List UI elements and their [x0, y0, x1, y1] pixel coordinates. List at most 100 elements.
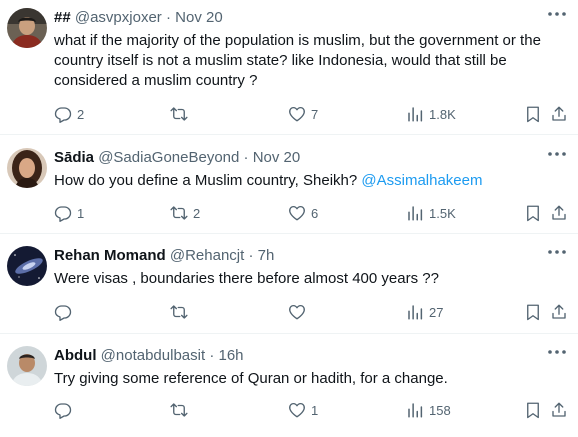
retweet-icon: [170, 401, 188, 419]
views-icon: [406, 105, 424, 123]
display-name[interactable]: Rehan Momand: [54, 247, 166, 264]
more-icon: [546, 244, 568, 260]
timestamp[interactable]: Nov 20: [175, 9, 223, 26]
avatar[interactable]: [7, 148, 47, 188]
retweet-button[interactable]: [170, 104, 193, 124]
like-button[interactable]: 1: [288, 400, 318, 420]
views-button[interactable]: 1.8K: [406, 104, 456, 124]
views-button[interactable]: 27: [406, 302, 443, 322]
tweet-text: Were visas , boundaries there before alm…: [54, 270, 439, 287]
view-count: 27: [429, 304, 444, 320]
user-handle[interactable]: @asvpxjoxer: [75, 9, 162, 26]
tweet-header: ## @asvpxjoxer · Nov 20: [54, 8, 538, 27]
more-icon: [546, 344, 568, 360]
retweet-button[interactable]: 2: [170, 203, 200, 223]
bookmark-button[interactable]: [524, 400, 542, 420]
avatar-image-icon: [7, 148, 47, 188]
retweet-button[interactable]: [170, 302, 193, 322]
like-button[interactable]: [288, 302, 311, 322]
more-icon: [546, 146, 568, 162]
user-handle[interactable]: @SadiaGoneBeyond: [98, 149, 239, 166]
bookmark-button[interactable]: [524, 203, 542, 223]
share-button[interactable]: [550, 203, 568, 223]
separator-dot: ·: [209, 347, 215, 364]
more-options-button[interactable]: [546, 344, 568, 360]
bookmark-icon: [524, 105, 542, 123]
views-button[interactable]: 158: [406, 400, 451, 420]
tweet[interactable]: Abdul @notabdulbasit · 16h Try giving so…: [0, 338, 578, 437]
tweet-header: Abdul @notabdulbasit · 16h: [54, 346, 538, 365]
retweet-icon: [170, 204, 188, 222]
more-options-button[interactable]: [546, 6, 568, 22]
share-icon: [550, 105, 568, 123]
more-options-button[interactable]: [546, 244, 568, 260]
action-bar: 1 2 6 1.5K: [54, 203, 570, 223]
view-count: 158: [429, 402, 451, 418]
tweet-header: Rehan Momand @Rehancjt · 7h: [54, 246, 538, 265]
like-button[interactable]: 7: [288, 104, 318, 124]
bookmark-icon: [524, 204, 542, 222]
bookmark-button[interactable]: [524, 104, 542, 124]
separator-dot: ·: [243, 149, 249, 166]
retweet-icon: [170, 303, 188, 321]
retweet-button[interactable]: [170, 400, 193, 420]
like-icon: [288, 303, 306, 321]
share-icon: [550, 204, 568, 222]
reply-button[interactable]: [54, 302, 77, 322]
reply-button[interactable]: 1: [54, 203, 84, 223]
avatar-image-icon: [7, 246, 47, 286]
tweet-text: Try giving some reference of Quran or ha…: [54, 370, 448, 387]
user-handle[interactable]: @notabdulbasit: [101, 347, 205, 364]
separator-dot: ·: [248, 247, 254, 264]
avatar-image-icon: [7, 8, 47, 48]
tweet-text: what if the majority of the population i…: [54, 32, 541, 89]
like-button[interactable]: 6: [288, 203, 318, 223]
action-bar: 27: [54, 302, 570, 322]
view-count: 1.8K: [429, 106, 456, 122]
timestamp[interactable]: Nov 20: [253, 149, 301, 166]
like-icon: [288, 204, 306, 222]
avatar[interactable]: [7, 246, 47, 286]
more-icon: [546, 6, 568, 22]
reply-icon: [54, 204, 72, 222]
views-icon: [406, 401, 424, 419]
share-button[interactable]: [550, 400, 568, 420]
like-count: 1: [311, 402, 319, 418]
tweet[interactable]: ## @asvpxjoxer · Nov 20 what if the majo…: [0, 0, 578, 135]
like-icon: [288, 401, 306, 419]
like-count: 6: [311, 205, 319, 221]
retweet-count: 2: [193, 205, 201, 221]
share-button[interactable]: [550, 104, 568, 124]
share-icon: [550, 303, 568, 321]
views-button[interactable]: 1.5K: [406, 203, 456, 223]
share-button[interactable]: [550, 302, 568, 322]
display-name[interactable]: ##: [54, 9, 71, 26]
reply-button[interactable]: 2: [54, 104, 84, 124]
reply-button[interactable]: [54, 400, 77, 420]
action-bar: 2 7 1.8K: [54, 104, 570, 124]
user-handle[interactable]: @Rehancjt: [170, 247, 244, 264]
reply-icon: [54, 401, 72, 419]
reply-icon: [54, 303, 72, 321]
reply-icon: [54, 105, 72, 123]
action-bar: 1 158: [54, 400, 570, 420]
separator-dot: ·: [165, 9, 171, 26]
tweet-header: Sādia @SadiaGoneBeyond · Nov 20: [54, 148, 538, 167]
display-name[interactable]: Sādia: [54, 149, 94, 166]
tweet[interactable]: Sādia @SadiaGoneBeyond · Nov 20 How do y…: [0, 140, 578, 234]
tweet[interactable]: Rehan Momand @Rehancjt · 7h Were visas ,…: [0, 238, 578, 334]
reply-count: 1: [77, 205, 85, 221]
avatar[interactable]: [7, 8, 47, 48]
bookmark-icon: [524, 401, 542, 419]
reply-count: 2: [77, 106, 85, 122]
display-name[interactable]: Abdul: [54, 347, 97, 364]
bookmark-button[interactable]: [524, 302, 542, 322]
bookmark-icon: [524, 303, 542, 321]
tweet-text-body: How do you define a Muslim country, Shei…: [54, 172, 358, 189]
more-options-button[interactable]: [546, 146, 568, 162]
timestamp[interactable]: 16h: [218, 347, 243, 364]
like-count: 7: [311, 106, 319, 122]
avatar[interactable]: [7, 346, 47, 386]
mention-link[interactable]: @Assimalhakeem: [361, 172, 482, 189]
timestamp[interactable]: 7h: [258, 247, 275, 264]
